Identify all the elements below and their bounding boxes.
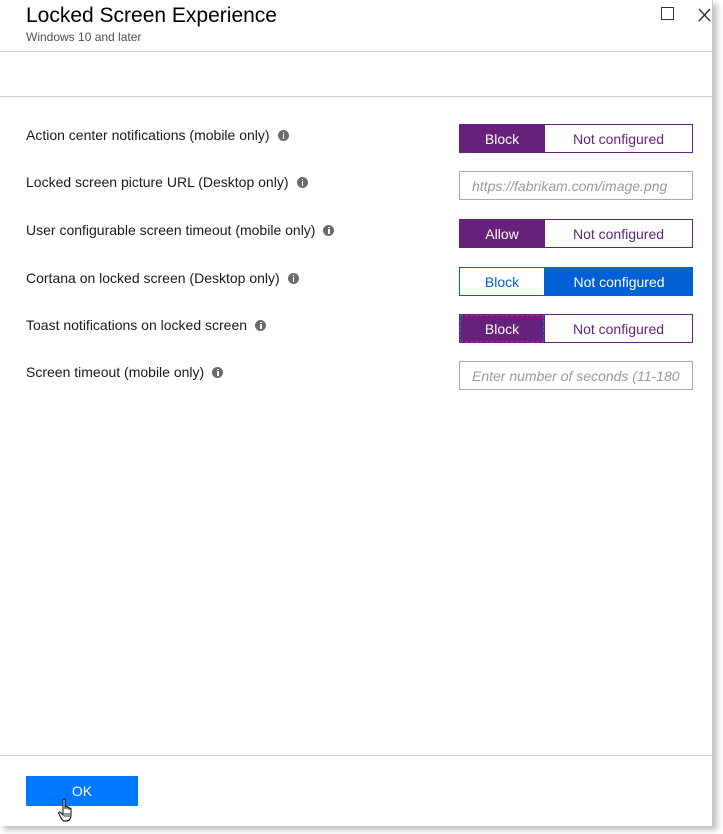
setting-label-wrap: Cortana on locked screen (Desktop only)	[26, 270, 299, 286]
setting-label-wrap: Locked screen picture URL (Desktop only)	[26, 174, 308, 190]
setting-row-toast: Toast notifications on locked screen Blo…	[0, 314, 712, 344]
setting-label-wrap: Screen timeout (mobile only)	[26, 364, 224, 380]
info-icon[interactable]	[296, 176, 308, 188]
footer-divider	[0, 755, 712, 756]
info-icon[interactable]	[255, 319, 267, 331]
locked-screen-experience-blade: Locked Screen Experience Windows 10 and …	[0, 0, 713, 826]
toolbar-divider	[0, 96, 712, 97]
cortana-block-option[interactable]: Block	[459, 267, 545, 296]
info-icon[interactable]	[323, 224, 335, 236]
setting-row-cortana: Cortana on locked screen (Desktop only) …	[0, 267, 712, 297]
ok-button[interactable]: OK	[26, 776, 138, 806]
action-center-not-configured-option[interactable]: Not configured	[545, 124, 693, 153]
cortana-toggle: Block Not configured	[459, 267, 693, 296]
action-center-toggle: Block Not configured	[459, 124, 693, 153]
setting-row-screen-timeout: Screen timeout (mobile only)	[0, 361, 712, 391]
setting-label-toast: Toast notifications on locked screen	[26, 317, 248, 333]
blade-header: Locked Screen Experience Windows 10 and …	[0, 0, 712, 50]
user-timeout-allow-option[interactable]: Allow	[459, 219, 545, 248]
user-timeout-toggle: Allow Not configured	[459, 219, 693, 248]
cortana-not-configured-option[interactable]: Not configured	[545, 267, 693, 296]
setting-row-user-timeout: User configurable screen timeout (mobile…	[0, 219, 712, 249]
setting-row-picture-url: Locked screen picture URL (Desktop only)	[0, 171, 712, 201]
action-center-block-option[interactable]: Block	[459, 124, 545, 153]
setting-label-action-center: Action center notifications (mobile only…	[26, 127, 270, 143]
toast-toggle: Block Not configured	[459, 314, 693, 343]
info-icon[interactable]	[277, 129, 289, 141]
setting-label-user-timeout: User configurable screen timeout (mobile…	[26, 222, 316, 238]
setting-label-wrap: User configurable screen timeout (mobile…	[26, 222, 335, 238]
setting-label-picture-url: Locked screen picture URL (Desktop only)	[26, 174, 289, 190]
header-divider	[0, 51, 712, 52]
close-icon[interactable]	[697, 4, 711, 24]
picture-url-input[interactable]	[459, 171, 693, 200]
setting-label-screen-timeout: Screen timeout (mobile only)	[26, 364, 205, 380]
user-timeout-not-configured-option[interactable]: Not configured	[545, 219, 693, 248]
setting-label-wrap: Action center notifications (mobile only…	[26, 127, 289, 143]
setting-row-action-center: Action center notifications (mobile only…	[0, 124, 712, 154]
info-icon[interactable]	[212, 366, 224, 378]
setting-label-cortana: Cortana on locked screen (Desktop only)	[26, 270, 280, 286]
setting-label-wrap: Toast notifications on locked screen	[26, 317, 267, 333]
toast-not-configured-option[interactable]: Not configured	[545, 314, 693, 343]
toast-block-option[interactable]: Block	[459, 314, 545, 343]
page-subtitle: Windows 10 and later	[26, 30, 142, 44]
page-title: Locked Screen Experience	[26, 4, 277, 27]
info-icon[interactable]	[287, 272, 299, 284]
maximize-icon[interactable]	[661, 7, 674, 20]
screen-timeout-input[interactable]	[459, 361, 693, 390]
